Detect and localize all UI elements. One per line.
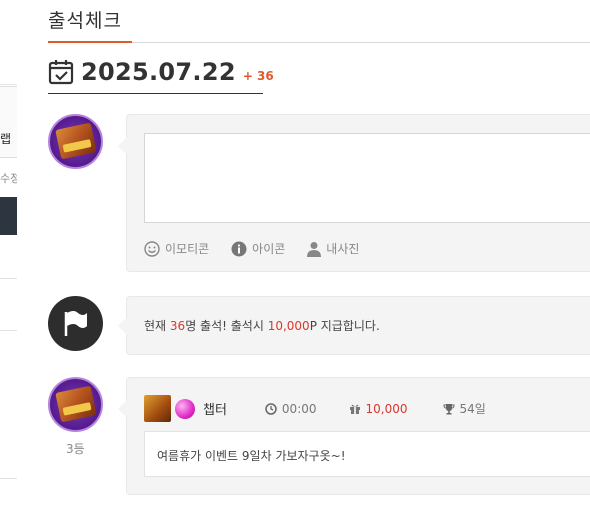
sidebar-divider bbox=[0, 278, 17, 279]
my-photo-label: 내사진 bbox=[326, 242, 360, 256]
title-accent-bar bbox=[48, 41, 132, 43]
entry-time: 00:00 bbox=[265, 402, 317, 416]
notice-suffix: P 지급합니다. bbox=[309, 319, 380, 333]
notice-middle: 명 출석! 출석시 bbox=[185, 319, 268, 333]
notice-prefix: 현재 bbox=[144, 319, 170, 333]
trophy-icon bbox=[443, 403, 455, 414]
notice-text: 현재 36명 출석! 출석시 10,000P 지급합니다. bbox=[144, 317, 380, 334]
sidebar-edit-label[interactable]: 수정 bbox=[0, 170, 17, 186]
emoticon-label: 이모티콘 bbox=[165, 242, 210, 256]
entry-message: 여름휴가 이벤트 9일차 가보자구옷~! bbox=[157, 449, 346, 463]
box-arrow bbox=[118, 137, 127, 155]
sidebar-dark-block[interactable] bbox=[0, 197, 17, 235]
sidebar-divider bbox=[0, 478, 17, 479]
entry-meta: 챕터 00:00 10,000 54일 bbox=[144, 395, 486, 422]
time-text: 00:00 bbox=[281, 401, 317, 416]
page: 랩 수정 출석체크 2025.07.22 + 36 이모티콘 아이콘 내사진 현… bbox=[0, 0, 590, 514]
user-icon bbox=[307, 241, 322, 257]
date-header: 2025.07.22 + 36 bbox=[48, 58, 274, 86]
sidebar-divider bbox=[0, 84, 17, 85]
comment-input[interactable] bbox=[144, 133, 590, 223]
attendance-entry: 챕터 00:00 10,000 54일 여름휴가 이벤트 9일차 가보자구옷~! bbox=[118, 377, 590, 495]
entry-points: 10,000 bbox=[349, 402, 408, 416]
streak-text: 54일 bbox=[459, 402, 486, 416]
sidebar-item-label[interactable]: 랩 bbox=[0, 130, 17, 147]
date-underline bbox=[48, 93, 263, 94]
attendance-count: + 36 bbox=[242, 69, 274, 83]
nickname[interactable]: 챕터 bbox=[203, 399, 227, 418]
notice-box: 현재 36명 출석! 출석시 10,000P 지급합니다. bbox=[118, 296, 590, 355]
notice-avatar bbox=[48, 296, 103, 351]
sidebar-panel bbox=[0, 86, 17, 158]
info-icon bbox=[231, 241, 247, 256]
clock-icon bbox=[265, 402, 277, 415]
sidebar-divider bbox=[0, 330, 17, 331]
current-date: 2025.07.22 bbox=[81, 58, 236, 86]
rank-label: 3등 bbox=[66, 442, 85, 456]
icon-button[interactable]: 아이콘 bbox=[231, 240, 285, 257]
composer-toolbar: 이모티콘 아이콘 내사진 bbox=[144, 240, 381, 257]
box-arrow bbox=[118, 400, 127, 418]
entry-streak: 54일 bbox=[443, 400, 486, 417]
page-title: 출석체크 bbox=[48, 10, 122, 32]
gift-icon bbox=[349, 404, 360, 414]
avatar bbox=[48, 114, 103, 169]
comment-composer: 이모티콘 아이콘 내사진 bbox=[118, 114, 590, 272]
icon-label: 아이콘 bbox=[252, 242, 286, 256]
entry-message-box: 여름휴가 이벤트 9일차 가보자구옷~! bbox=[144, 431, 590, 477]
points-text: 10,000 bbox=[365, 401, 408, 416]
attendee-count: 36 bbox=[169, 319, 186, 333]
flag-icon bbox=[64, 311, 87, 336]
point-amount: 10,000 bbox=[267, 319, 310, 333]
avatar bbox=[48, 377, 103, 432]
my-photo-button[interactable]: 내사진 bbox=[307, 240, 359, 257]
calendar-check-icon bbox=[48, 60, 74, 85]
box-arrow bbox=[118, 317, 127, 335]
user-icon-image bbox=[144, 395, 171, 422]
level-gem-icon bbox=[175, 398, 195, 419]
smile-icon bbox=[144, 240, 160, 257]
emoticon-button[interactable]: 이모티콘 bbox=[144, 240, 209, 257]
